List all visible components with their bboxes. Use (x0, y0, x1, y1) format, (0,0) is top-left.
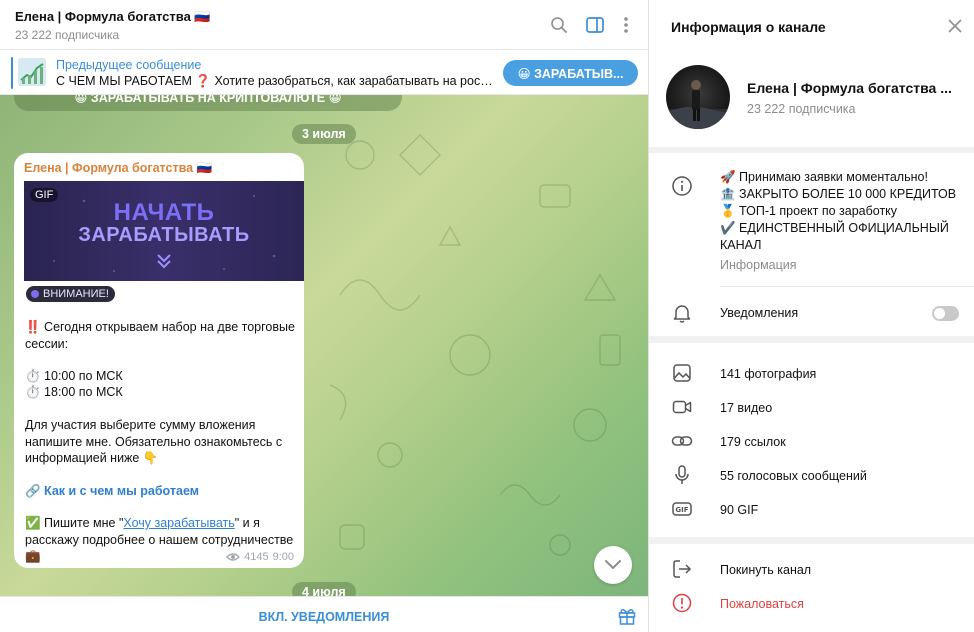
enable-notifications-button[interactable]: ВКЛ. УВЕДОМЛЕНИЯ (0, 610, 648, 624)
leave-channel-label: Покинуть канал (720, 563, 812, 577)
double-chevron-down-icon (157, 254, 171, 269)
previous-message-fragment[interactable]: 😀 ЗАРАБАТЫВАТЬ НА КРИПТОВАЛЮТЕ 😀 (14, 95, 402, 111)
media-label: 141 фотография (720, 367, 817, 381)
link-icon (671, 436, 693, 446)
chat-background: 😀 ЗАРАБАТЫВАТЬ НА КРИПТОВАЛЮТЕ 😀 3 июля … (0, 95, 648, 596)
search-icon[interactable] (549, 15, 569, 35)
channel-name: Елена | Формула богатства ... (747, 80, 952, 96)
info-actions-section: Покинуть канал Пожаловаться (649, 544, 974, 632)
svg-text:GIF: GIF (675, 506, 688, 514)
description-line: 🏦 ЗАКРЫТО БОЛЕЕ 10 000 КРЕДИТОВ (720, 187, 957, 201)
report-icon (672, 593, 692, 613)
gif-headline-1: НАЧАТЬ (113, 199, 215, 226)
chat-title[interactable]: Елена | Формула богатства 🇷🇺 (15, 9, 211, 25)
message-time: 9:00 (272, 551, 294, 563)
date-separator: 3 июля (292, 124, 356, 144)
toggle-knob (934, 308, 945, 319)
message-link-how-we-work[interactable]: 🔗 Как и с чем мы работаем (25, 483, 300, 500)
chevron-down-icon (605, 560, 621, 569)
attention-tag: ВНИМАНИЕ! (26, 286, 115, 302)
gif-media[interactable]: GIF НАЧАТЬ ЗАРАБАТЫВАТЬ (24, 181, 304, 281)
chat-footer: ВКЛ. УВЕДОМЛЕНИЯ (0, 596, 648, 632)
media-row-photos[interactable]: 141 фотография (649, 356, 974, 390)
message-author[interactable]: Елена | Формула богатства 🇷🇺 (24, 161, 212, 176)
message-paragraph-2: Для участия выберите сумму вложения напи… (25, 418, 283, 465)
bell-icon (673, 305, 691, 323)
message-meta: 4145 9:00 (226, 551, 294, 563)
media-row-links[interactable]: 179 ссылок (649, 424, 974, 458)
session-time-1: ⏱️ 10:00 по МСК (25, 369, 123, 383)
info-panel-title: Информация о канале (671, 19, 826, 35)
info-header-section: Информация о канале Елена | Формула бога… (649, 0, 974, 147)
video-icon (672, 400, 692, 414)
media-row-videos[interactable]: 17 видео (649, 390, 974, 424)
message-paragraph-3: ✅ Пишите мне "Хочу зарабатывать" и я рас… (25, 515, 300, 548)
report-label: Пожаловаться (720, 597, 804, 611)
media-label: 90 GIF (720, 503, 759, 517)
star-icon (31, 290, 39, 298)
message-paragraph-1: ‼️ Сегодня открываем набор на две торгов… (25, 320, 295, 351)
description-line: ✔️ ЕДИНСТВЕННЫЙ ОФИЦИАЛЬНЫЙ КАНАЛ (720, 221, 949, 252)
gif-icon: GIF (672, 502, 692, 516)
media-row-gifs[interactable]: GIF 90 GIF (649, 492, 974, 526)
media-label: 17 видео (720, 401, 773, 415)
paragraph-3-start: ✅ Пишите мне " (25, 516, 124, 530)
notifications-label: Уведомления (720, 306, 799, 320)
chat-subscribers: 23 222 подписчика (15, 28, 120, 42)
session-time-2: ⏱️ 18:00 по МСК (25, 385, 123, 399)
avatar-image (666, 80, 730, 129)
media-label: 179 ссылок (720, 435, 786, 449)
leave-icon (673, 560, 692, 578)
divider (720, 286, 974, 287)
description-line: 🥇 ТОП-1 проект по заработку (720, 204, 898, 218)
pinned-title: Предыдущее сообщение (56, 58, 202, 72)
sidebar-toggle-icon[interactable] (585, 15, 605, 35)
leave-channel-row[interactable]: Покинуть канал (649, 552, 974, 586)
pinned-indicator (11, 57, 13, 89)
date-separator: 4 июля (292, 582, 356, 596)
media-label: 55 голосовых сообщений (720, 469, 867, 483)
info-about-section: 🚀 Принимаю заявки моментально! 🏦 ЗАКРЫТО… (649, 153, 974, 336)
gif-headline-2: ЗАРАБАТЫВАТЬ (78, 224, 250, 246)
attention-tag-label: ВНИМАНИЕ! (43, 288, 109, 300)
notifications-toggle[interactable] (932, 306, 959, 321)
pinned-message-bar[interactable]: Предыдущее сообщение С ЧЕМ МЫ РАБОТАЕМ ❓… (0, 51, 648, 95)
description-line: 🚀 Принимаю заявки моментально! (720, 170, 928, 184)
gift-icon[interactable] (617, 606, 637, 626)
photo-icon (673, 364, 691, 382)
pinned-text: С ЧЕМ МЫ РАБОТАЕМ ❓ Хотите разобраться, … (56, 74, 496, 88)
notifications-row[interactable]: Уведомления (649, 296, 974, 330)
channel-message[interactable]: Елена | Формула богатства 🇷🇺 GIF НАЧАТЬ … (14, 153, 304, 568)
channel-subscribers: 23 222 подписчика (747, 102, 856, 116)
channel-description: 🚀 Принимаю заявки моментально! 🏦 ЗАКРЫТО… (720, 169, 960, 254)
want-to-earn-link[interactable]: Хочу зарабатывать (123, 516, 234, 530)
eye-icon (226, 553, 241, 561)
scroll-to-bottom-button[interactable] (594, 546, 632, 584)
info-icon (672, 176, 692, 196)
info-media-section: 141 фотография 17 видео 179 ссылок 55 го… (649, 343, 974, 537)
pinned-action-button[interactable]: 😀 ЗАРАБАТЫВ... (503, 60, 638, 86)
views-count: 4145 (244, 551, 269, 563)
pinned-thumbnail (18, 58, 46, 86)
microphone-icon (675, 465, 689, 484)
chat-header[interactable]: Елена | Формула богатства 🇷🇺 23 222 подп… (0, 0, 648, 50)
media-row-voice[interactable]: 55 голосовых сообщений (649, 458, 974, 492)
description-label: Информация (720, 258, 797, 272)
channel-avatar[interactable] (666, 65, 730, 129)
channel-info-panel: Информация о канале Елена | Формула бога… (648, 0, 974, 632)
chat-panel: Елена | Формула богатства 🇷🇺 23 222 подп… (0, 0, 648, 632)
report-row[interactable]: Пожаловаться (649, 586, 974, 620)
close-icon[interactable] (946, 17, 964, 35)
more-menu-icon[interactable] (616, 15, 636, 35)
